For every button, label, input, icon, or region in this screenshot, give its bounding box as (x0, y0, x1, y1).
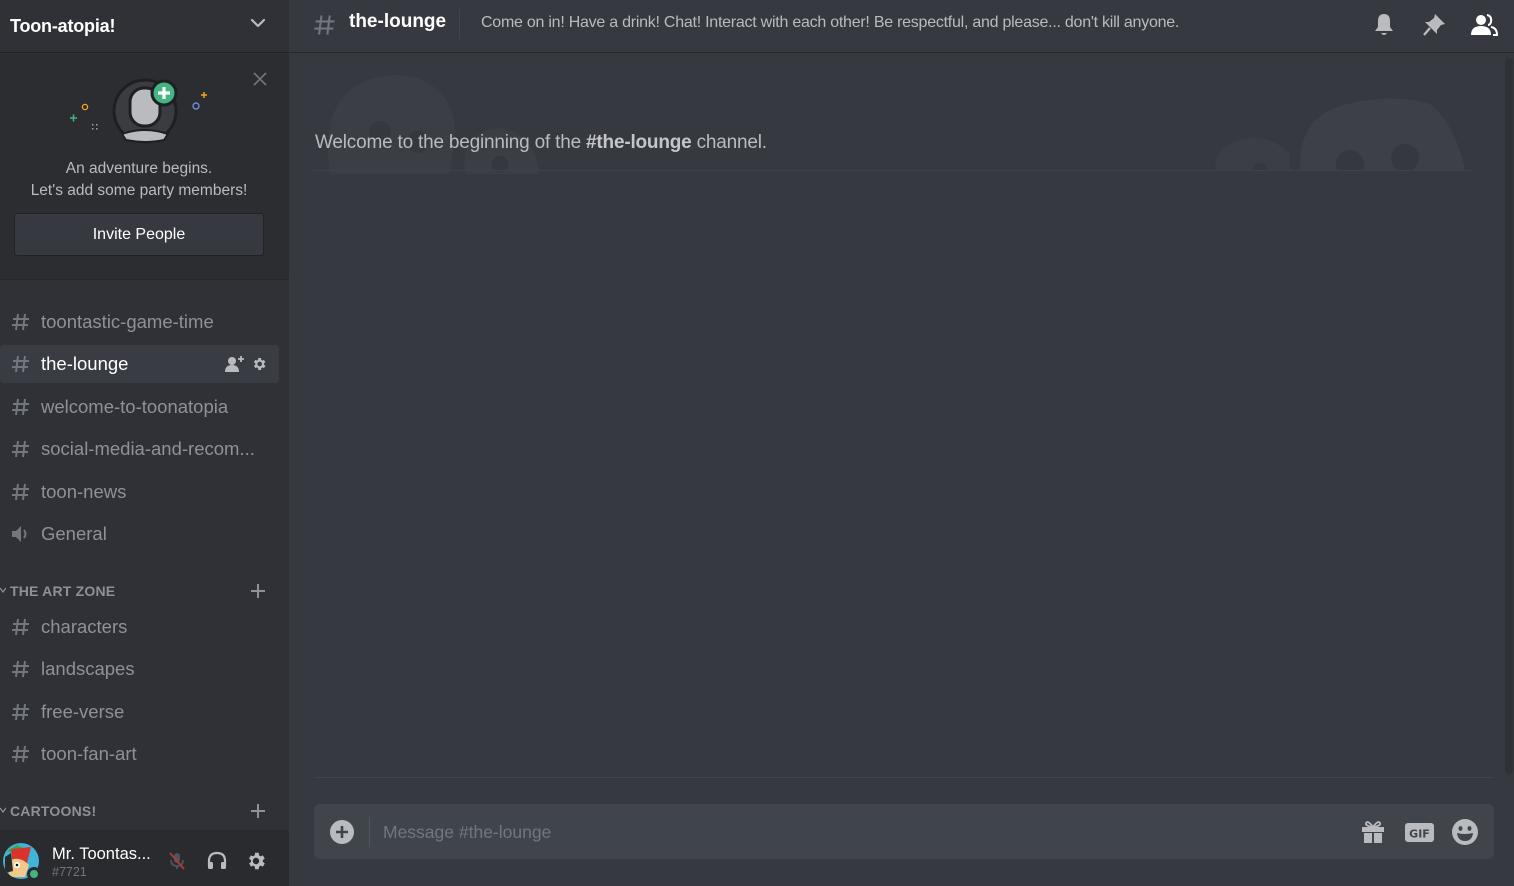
channel-name: toontastic-game-time (41, 311, 214, 332)
channel-item[interactable]: characters (0, 608, 279, 646)
channel-name: General (41, 523, 107, 544)
channel-name: toon-news (41, 481, 127, 502)
welcome-channel-mention[interactable]: #the-lounge (586, 132, 692, 153)
hash-icon (12, 618, 29, 636)
channel-name: free-verse (41, 701, 125, 722)
channel-name: the-lounge (41, 353, 129, 374)
channel-item[interactable]: social-media-and-recom... (0, 430, 279, 468)
message-list: Welcome to the beginning of the #the-lou… (290, 54, 1506, 778)
create-invite-icon[interactable] (225, 355, 245, 373)
gif-icon[interactable]: GIF (1404, 817, 1434, 847)
gear-icon[interactable] (251, 356, 267, 372)
channel-name: social-media-and-recom... (41, 438, 255, 459)
hash-icon (12, 745, 29, 763)
speaker-icon (12, 526, 27, 542)
header-divider (459, 9, 460, 39)
invite-line-2: Let's add some party members! (30, 182, 248, 199)
welcome-suffix: channel. (691, 132, 767, 153)
close-icon[interactable] (253, 72, 267, 86)
channel-name: toon-fan-art (41, 743, 137, 764)
channel-item[interactable]: toontastic-game-time (0, 303, 279, 341)
hash-icon (12, 313, 29, 331)
hash-icon (12, 398, 29, 416)
channel-name: landscapes (41, 658, 135, 679)
channel-actions (225, 355, 267, 373)
chat-scrollbar[interactable] (1505, 58, 1513, 774)
party-illustration-icon (70, 78, 207, 144)
invite-people-button[interactable]: Invite People (14, 213, 264, 256)
hash-icon (12, 703, 29, 721)
message-composer: GIF (314, 804, 1494, 859)
category-cartoons[interactable]: CARTOONS! (0, 799, 289, 823)
hash-icon (12, 355, 29, 373)
bell-icon[interactable] (1370, 11, 1398, 39)
channel-item[interactable]: toon-fan-art (0, 735, 279, 773)
hash-icon (12, 483, 29, 501)
plus-icon[interactable] (249, 582, 267, 600)
online-status-indicator (27, 867, 41, 881)
members-icon[interactable] (1470, 11, 1498, 39)
pin-icon[interactable] (1420, 11, 1448, 39)
channel-item-active[interactable]: the-lounge (0, 345, 279, 383)
channel-item[interactable]: welcome-to-toonatopia (0, 388, 279, 426)
plus-icon[interactable] (249, 802, 267, 820)
message-input[interactable] (383, 812, 1283, 852)
channel-sidebar: Toon-atopia! An adventure begins. Let's … (0, 0, 289, 886)
wumpus-illustration-icon (328, 75, 540, 174)
emoji-icon[interactable] (1450, 817, 1480, 847)
svg-text:GIF: GIF (1409, 828, 1430, 841)
channel-welcome-message: Welcome to the beginning of the #the-lou… (315, 132, 767, 154)
gift-icon[interactable] (1358, 817, 1388, 847)
welcome-divider (314, 170, 1474, 171)
channel-item[interactable]: landscapes (0, 650, 279, 688)
headphones-icon[interactable] (206, 850, 228, 872)
channel-header: the-lounge Come on in! Have a drink! Cha… (290, 0, 1514, 53)
add-attachment-icon[interactable] (329, 819, 355, 845)
invite-panel: An adventure begins. Let's add some part… (0, 54, 289, 280)
server-name: Toon-atopia! (10, 15, 116, 36)
channel-topic[interactable]: Come on in! Have a drink! Chat! Interact… (481, 14, 1179, 32)
channel-name: welcome-to-toonatopia (41, 396, 229, 417)
hash-icon (314, 15, 335, 35)
hash-icon (12, 660, 29, 678)
user-discriminator: #7721 (52, 865, 87, 879)
hash-icon (12, 440, 29, 458)
header-channel-name: the-lounge (349, 11, 447, 32)
username: Mr. Toontas... (52, 845, 151, 863)
user-panel: Mr. Toontas... #7721 (0, 830, 289, 886)
welcome-prefix: Welcome to the beginning of the (315, 132, 587, 153)
channel-item[interactable]: free-verse (0, 693, 279, 731)
invite-line-1: An adventure begins. (65, 160, 213, 177)
wumpus-illustration-icon (1215, 98, 1465, 170)
voice-channel-item[interactable]: General (0, 515, 279, 553)
composer-separator (369, 817, 370, 847)
category-name: CARTOONS! (10, 803, 97, 819)
user-settings-gear-icon[interactable] (245, 850, 267, 872)
server-header[interactable]: Toon-atopia! (0, 0, 289, 53)
composer-divider (314, 777, 1494, 778)
caret-down-icon (0, 587, 6, 593)
channel-item[interactable]: toon-news (0, 473, 279, 511)
invite-message: An adventure begins. Let's add some part… (0, 158, 278, 202)
channel-name: characters (41, 616, 128, 637)
chevron-down-icon[interactable] (249, 14, 267, 32)
category-the-art-zone[interactable]: THE ART ZONE (0, 579, 289, 603)
caret-down-icon (0, 807, 6, 813)
category-name: THE ART ZONE (10, 583, 116, 599)
microphone-muted-icon[interactable] (166, 850, 188, 872)
